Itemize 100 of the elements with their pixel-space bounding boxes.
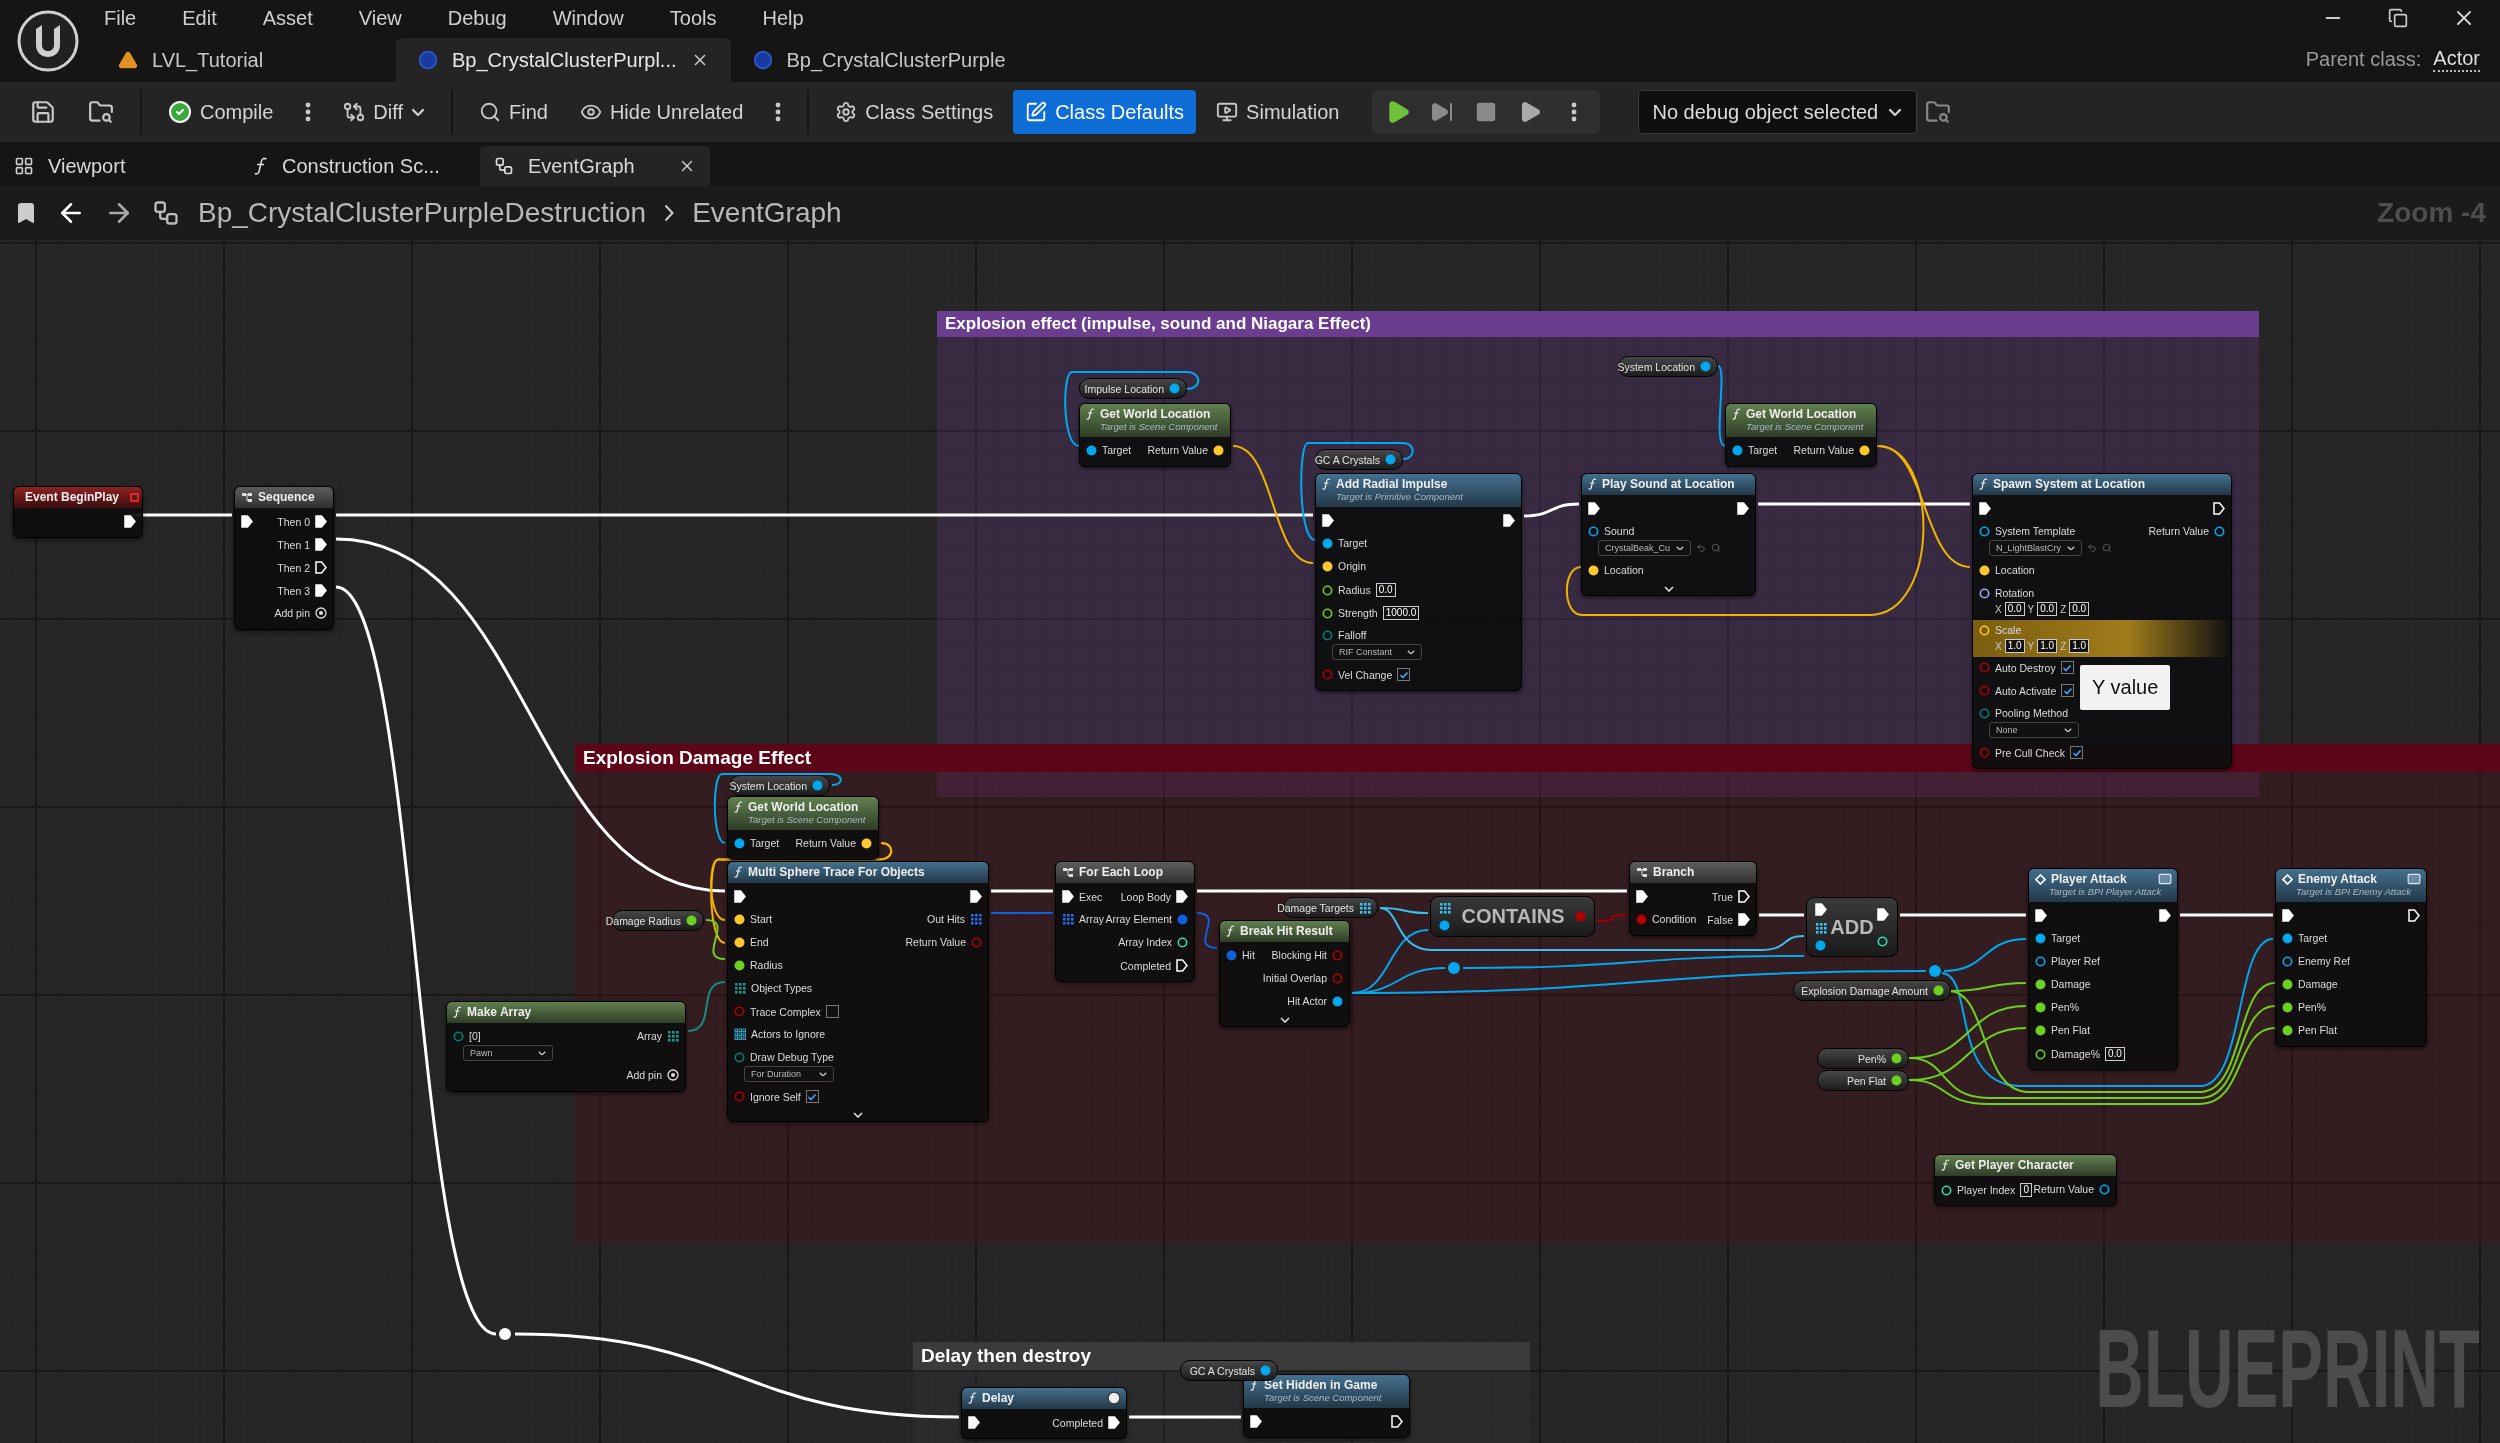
blueprint-node[interactable]: Event BeginPlay [13, 486, 143, 538]
exec-pin-icon[interactable] [1322, 514, 1334, 527]
value-field[interactable]: 0.0 [2037, 602, 2058, 616]
blueprint-node[interactable]: Sequence Then 0 Then 1 Then 2 Then 3 Add pin [234, 486, 334, 630]
exec-pin-icon[interactable] [1503, 514, 1515, 527]
checkbox[interactable] [825, 1005, 839, 1018]
array-pin-icon[interactable] [734, 1028, 746, 1040]
pin-icon[interactable] [1732, 444, 1743, 456]
array-pin-icon[interactable] [1359, 901, 1371, 914]
delegate-pin-icon[interactable] [130, 492, 140, 502]
dropdown[interactable]: None [1989, 722, 2079, 738]
checkbox[interactable] [2070, 746, 2084, 759]
pin-icon[interactable] [2035, 1024, 2046, 1036]
exec-pin-icon[interactable] [734, 890, 746, 903]
pin-icon[interactable] [1891, 1075, 1902, 1086]
pin-icon[interactable] [1815, 940, 1826, 951]
pin-icon[interactable] [2214, 525, 2225, 537]
pin-icon[interactable] [1322, 537, 1333, 549]
blueprint-node[interactable]: Set Hidden in Game Target is Scene Component [1243, 1374, 1410, 1438]
add-pin-icon[interactable] [315, 607, 327, 619]
pin-icon[interactable] [2282, 978, 2293, 990]
pin-icon[interactable] [1260, 1365, 1271, 1376]
blueprint-node[interactable]: Get World Location Target is Scene Component Target Return Value [1079, 403, 1231, 467]
dropdown[interactable]: For Duration [744, 1066, 834, 1082]
pin-icon[interactable] [1322, 607, 1333, 619]
search-icon[interactable] [2102, 543, 2113, 553]
pin-icon[interactable] [2282, 1001, 2293, 1013]
pin-icon[interactable] [686, 915, 697, 926]
pin-icon[interactable] [2282, 1024, 2293, 1036]
connection-wire[interactable] [1908, 1005, 2276, 1099]
reroute-knot[interactable] [1929, 965, 1941, 977]
document-tab[interactable]: Bp_CrystalClusterPurple [730, 38, 1031, 82]
menu-item[interactable]: Debug [439, 6, 525, 30]
exec-pin-icon[interactable] [315, 584, 327, 597]
menu-item[interactable]: Help [754, 6, 822, 30]
blueprint-node[interactable]: Get World Location Target is Scene Component Target Return Value [727, 796, 879, 860]
pin-icon[interactable] [2282, 955, 2293, 967]
connection-wire[interactable] [1943, 938, 2027, 972]
array-pin-icon[interactable] [1062, 913, 1074, 925]
dropdown[interactable]: CrystalBeak_Cu [1598, 540, 1692, 556]
blueprint-node[interactable]: Multi Sphere Trace For Objects Start Out Hits End Return Value Radius Object Types Trace Complex Actors to Ignore Draw Debug Type For Duration Ignore Self [727, 861, 989, 1122]
checkbox[interactable] [2061, 684, 2075, 697]
pin-icon[interactable] [1322, 584, 1333, 596]
exec-pin-icon[interactable] [1176, 890, 1188, 903]
exec-pin-icon[interactable] [1588, 502, 1600, 515]
value-field[interactable]: 0 [2020, 1183, 2032, 1197]
pin-icon[interactable] [2035, 1001, 2046, 1013]
variable-node[interactable]: Explosion Damage Amount [1793, 980, 1951, 1001]
array-pin-icon[interactable] [734, 982, 746, 994]
array-pin-icon[interactable] [1815, 922, 1827, 934]
exec-pin-icon[interactable] [1250, 1415, 1262, 1428]
document-tab[interactable]: Bp_CrystalClusterPurpl... [396, 38, 731, 82]
pin-icon[interactable] [734, 837, 745, 849]
blueprint-node[interactable]: Player Attack Target is BPI Player Attack Target Player Ref Damage Pen% Pen Flat Damage% 0.0 [2028, 868, 2178, 1070]
exec-pin-icon[interactable] [2213, 502, 2225, 515]
variable-node[interactable]: Pen% [1817, 1048, 1909, 1069]
connection-wire[interactable] [1379, 907, 1805, 951]
exec-pin-icon[interactable] [1979, 502, 1991, 515]
pin-icon[interactable] [2282, 932, 2293, 944]
exec-pin-icon[interactable] [1738, 913, 1750, 926]
exec-pin-icon[interactable] [1737, 502, 1749, 515]
pin-icon[interactable] [1332, 995, 1343, 1007]
variable-node[interactable]: Pen Flat [1817, 1070, 1909, 1091]
checkbox[interactable] [2060, 661, 2074, 674]
menu-item[interactable]: Asset [254, 6, 331, 30]
expand-icon[interactable] [1279, 1017, 1290, 1023]
blueprint-node[interactable]: Add Radial Impulse Target is Primitive Component Target Origin Radius 0.0 Strength 1000.0 Falloff RIF Constant Vel Change [1315, 473, 1522, 691]
connection-wire[interactable] [1232, 445, 1314, 564]
exec-pin-icon[interactable] [1877, 907, 1889, 921]
exec-pin-icon[interactable] [1391, 1415, 1403, 1428]
exec-pin-icon[interactable] [968, 1416, 980, 1429]
exec-pin-icon[interactable] [2159, 909, 2171, 922]
exec-pin-icon[interactable] [315, 561, 327, 574]
checkbox[interactable] [805, 1090, 819, 1103]
connection-wire[interactable] [1908, 1027, 2276, 1105]
parent-class-link[interactable]: Actor [2433, 46, 2480, 72]
exec-pin-icon[interactable] [2282, 909, 2294, 922]
blueprint-node[interactable]: Play Sound at Location Sound CrystalBeak_Cu Location [1581, 473, 1756, 596]
menu-item[interactable]: File [96, 6, 155, 30]
pin-icon[interactable] [812, 780, 823, 791]
exec-pin-icon[interactable] [1815, 903, 1827, 916]
array-pin-icon[interactable] [970, 913, 982, 925]
debug-object-dropdown[interactable]: No debug object selected [1637, 90, 1918, 134]
exec-pin-icon[interactable] [241, 515, 253, 528]
value-field[interactable]: 1.0 [2004, 639, 2025, 653]
blueprint-node[interactable]: Make Array [0] Pawn Array Add pin [446, 1001, 686, 1092]
graph-tab[interactable]: EventGraph [480, 146, 710, 186]
dropdown[interactable]: Pawn [463, 1045, 553, 1061]
connection-wire[interactable] [1948, 982, 2276, 1093]
exec-pin-icon[interactable] [970, 890, 982, 903]
pin-icon[interactable] [1439, 920, 1450, 931]
blueprint-node[interactable]: Enemy Attack Target is BPI Enemy Attack Target Enemy Ref Damage Pen% Pen Flat [2275, 868, 2427, 1047]
pin-icon[interactable] [1979, 587, 1990, 599]
pin-icon[interactable] [734, 959, 745, 971]
exec-pin-icon[interactable] [1738, 890, 1750, 903]
blueprint-node[interactable]: Break Hit Result Hit Blocking Hit Initial Overlap Hit Actor [1219, 920, 1350, 1027]
more-icon[interactable] [1570, 102, 1577, 122]
menu-item[interactable]: Edit [174, 6, 235, 30]
exec-pin-icon[interactable] [315, 515, 327, 528]
blueprint-node[interactable]: Get World Location Target is Scene Component Target Return Value [1725, 403, 1877, 467]
